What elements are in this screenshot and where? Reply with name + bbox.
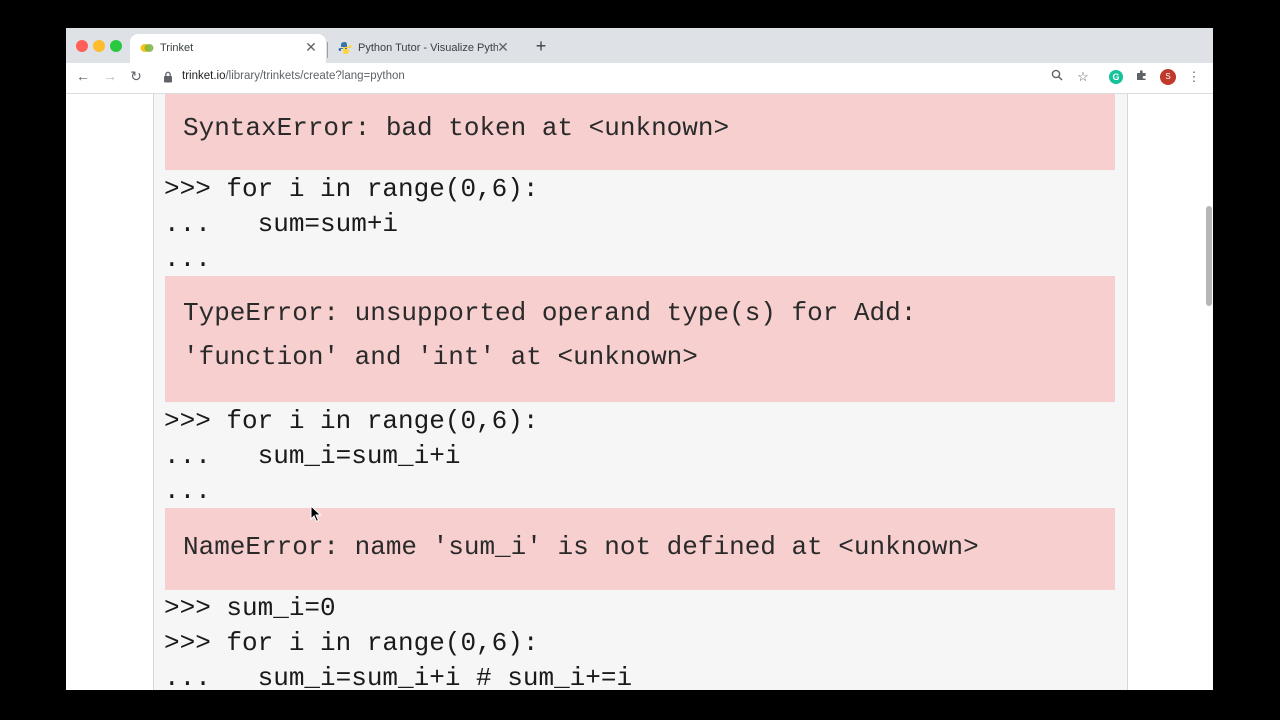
url-domain: trinket.io bbox=[182, 70, 226, 82]
tab-trinket[interactable]: Trinket ✕ bbox=[130, 34, 326, 63]
error-message: 'function' and 'int' at <unknown> bbox=[183, 342, 698, 372]
error-message: TypeError: unsupported operand type(s) f… bbox=[183, 298, 917, 328]
console-line: >>> for i in range(0,6): bbox=[164, 628, 539, 658]
close-window-button[interactable] bbox=[76, 40, 88, 52]
lock-icon[interactable] bbox=[163, 71, 173, 83]
new-tab-button[interactable]: + bbox=[532, 36, 550, 57]
back-arrow-icon[interactable]: ← bbox=[74, 68, 92, 84]
page-content: SyntaxError: bad token at <unknown> >>> … bbox=[66, 94, 1213, 690]
menu-kebab-icon[interactable]: ⋮ bbox=[1186, 69, 1202, 85]
python-console[interactable]: SyntaxError: bad token at <unknown> >>> … bbox=[153, 94, 1128, 690]
maximize-window-button[interactable] bbox=[110, 40, 122, 52]
address-toolbar: ← → ↻ trinket.io/library/trinkets/create… bbox=[66, 63, 1213, 94]
url-input[interactable]: trinket.io/library/trinkets/create?lang=… bbox=[182, 70, 405, 82]
error-box-name: NameError: name 'sum_i' is not defined a… bbox=[165, 508, 1115, 590]
zoom-icon[interactable] bbox=[1049, 69, 1065, 84]
avatar[interactable]: S bbox=[1160, 69, 1176, 85]
python-icon bbox=[338, 42, 352, 54]
tab-title: Trinket bbox=[160, 42, 194, 54]
close-tab-icon[interactable]: ✕ bbox=[304, 39, 318, 56]
forward-arrow-icon[interactable]: → bbox=[101, 68, 119, 84]
console-line: ... sum_i=sum_i+i # sum_i+=i bbox=[164, 663, 633, 690]
url-path: /library/trinkets/create?lang=python bbox=[225, 70, 405, 82]
bookmark-star-icon[interactable]: ☆ bbox=[1075, 69, 1091, 85]
error-message: NameError: name 'sum_i' is not defined a… bbox=[183, 532, 979, 562]
console-line: ... bbox=[164, 244, 211, 274]
tab-bar: Trinket ✕ Python Tutor - Visualize Pytho… bbox=[66, 28, 1213, 63]
error-box-type: TypeError: unsupported operand type(s) f… bbox=[165, 276, 1115, 402]
browser-window: Trinket ✕ Python Tutor - Visualize Pytho… bbox=[66, 28, 1213, 690]
reload-icon[interactable]: ↻ bbox=[127, 68, 145, 85]
scrollbar-thumb[interactable] bbox=[1206, 206, 1212, 306]
tab-python-tutor[interactable]: Python Tutor - Visualize Python ✕ bbox=[328, 34, 518, 63]
minimize-window-button[interactable] bbox=[93, 40, 105, 52]
console-line: ... sum_i=sum_i+i bbox=[164, 441, 461, 471]
trinket-icon bbox=[140, 44, 154, 52]
close-tab-icon[interactable]: ✕ bbox=[496, 39, 510, 56]
page-scrollbar[interactable] bbox=[1203, 94, 1213, 690]
console-line: >>> for i in range(0,6): bbox=[164, 174, 539, 204]
tab-title: Python Tutor - Visualize Python bbox=[358, 42, 498, 54]
console-line: >>> for i in range(0,6): bbox=[164, 406, 539, 436]
grammarly-extension-icon[interactable]: G bbox=[1109, 70, 1123, 84]
console-line: ... bbox=[164, 476, 211, 506]
console-line: ... sum=sum+i bbox=[164, 209, 399, 239]
error-message: SyntaxError: bad token at <unknown> bbox=[183, 113, 730, 143]
console-line: >>> sum_i=0 bbox=[164, 593, 336, 623]
mouse-cursor-icon bbox=[310, 505, 322, 523]
extensions-puzzle-icon[interactable] bbox=[1134, 69, 1150, 84]
error-box-syntax: SyntaxError: bad token at <unknown> bbox=[165, 94, 1115, 170]
